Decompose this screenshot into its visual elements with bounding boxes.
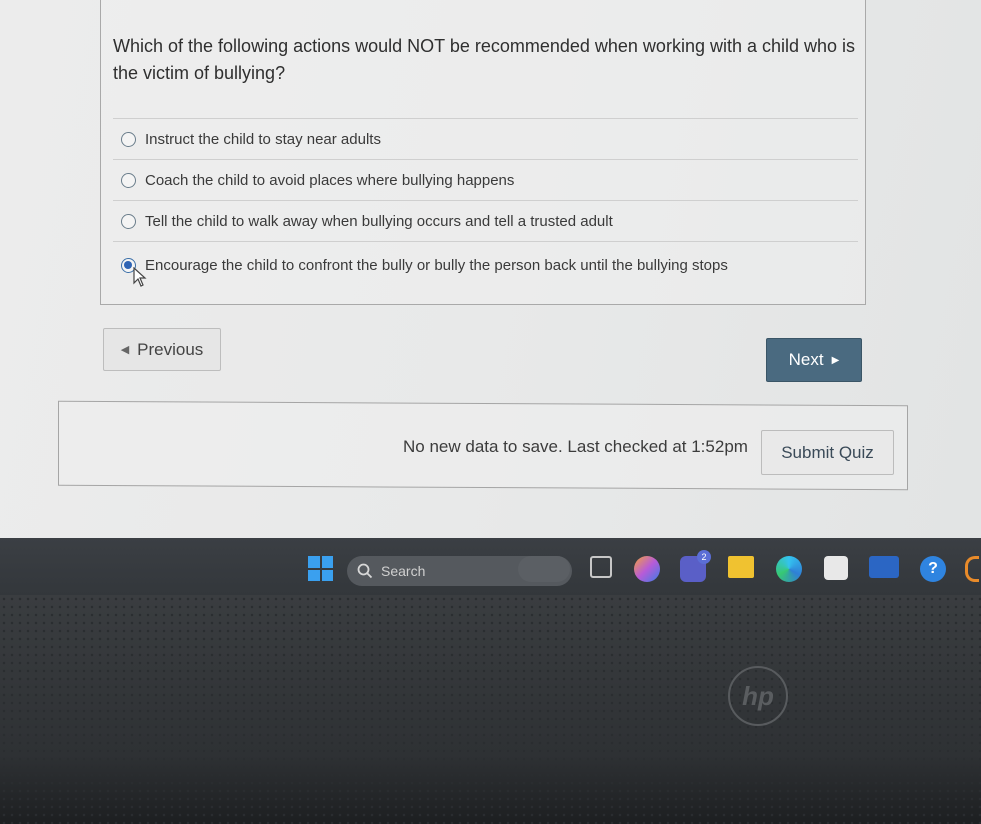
chevron-right-icon: ▶	[831, 354, 840, 366]
notification-badge: 2	[697, 550, 711, 564]
widgets-icon[interactable]	[518, 556, 570, 582]
next-button[interactable]: Next ▶	[766, 338, 862, 382]
copilot-icon[interactable]	[634, 556, 660, 582]
radio-button[interactable]	[121, 172, 136, 188]
hp-logo: hp	[728, 666, 788, 726]
chevron-left-icon: ◀	[120, 344, 130, 356]
question-panel: Which of the following actions would NOT…	[100, 0, 866, 305]
previous-button-label: Previous	[137, 339, 204, 359]
next-button-label: Next	[788, 350, 824, 369]
answer-option-label: Instruct the child to stay near adults	[145, 130, 381, 148]
quiz-screen: Which of the following actions would NOT…	[0, 0, 981, 545]
answer-option[interactable]: Instruct the child to stay near adults	[113, 118, 858, 159]
answer-option[interactable]: Coach the child to avoid places where bu…	[113, 159, 858, 200]
file-explorer-icon[interactable]	[728, 556, 754, 578]
answer-option[interactable]: Tell the child to walk away when bullyin…	[113, 200, 858, 241]
radio-button[interactable]	[121, 213, 136, 229]
store-icon[interactable]	[824, 556, 848, 580]
help-icon[interactable]: ?	[920, 556, 946, 582]
mouse-pointer-icon	[133, 267, 147, 287]
edge-browser-icon[interactable]	[776, 556, 802, 582]
search-icon	[357, 563, 373, 579]
myhp-icon[interactable]	[869, 556, 899, 578]
answer-option-label: Encourage the child to confront the bull…	[145, 257, 728, 274]
windows-start-icon[interactable]	[308, 556, 333, 581]
question-text: Which of the following actions would NOT…	[113, 36, 856, 83]
answer-option-selected[interactable]: Encourage the child to confront the bull…	[113, 241, 858, 289]
answer-option-label: Tell the child to walk away when bullyin…	[145, 212, 613, 230]
monitor-bezel	[0, 595, 981, 824]
task-view-icon[interactable]	[590, 556, 612, 578]
teams-icon[interactable]: 2	[680, 550, 711, 582]
app-icon[interactable]	[965, 556, 979, 582]
search-label: Search	[381, 563, 426, 579]
submit-quiz-button[interactable]: Submit Quiz	[761, 430, 894, 475]
windows-taskbar: Search 2 ?	[0, 538, 981, 595]
radio-button[interactable]	[121, 131, 136, 147]
previous-button[interactable]: ◀ Previous	[103, 328, 221, 371]
answer-option-label: Coach the child to avoid places where bu…	[145, 171, 515, 189]
save-status-message: No new data to save. Last checked at 1:5…	[403, 437, 748, 456]
answer-options: Instruct the child to stay near adults C…	[113, 118, 858, 289]
